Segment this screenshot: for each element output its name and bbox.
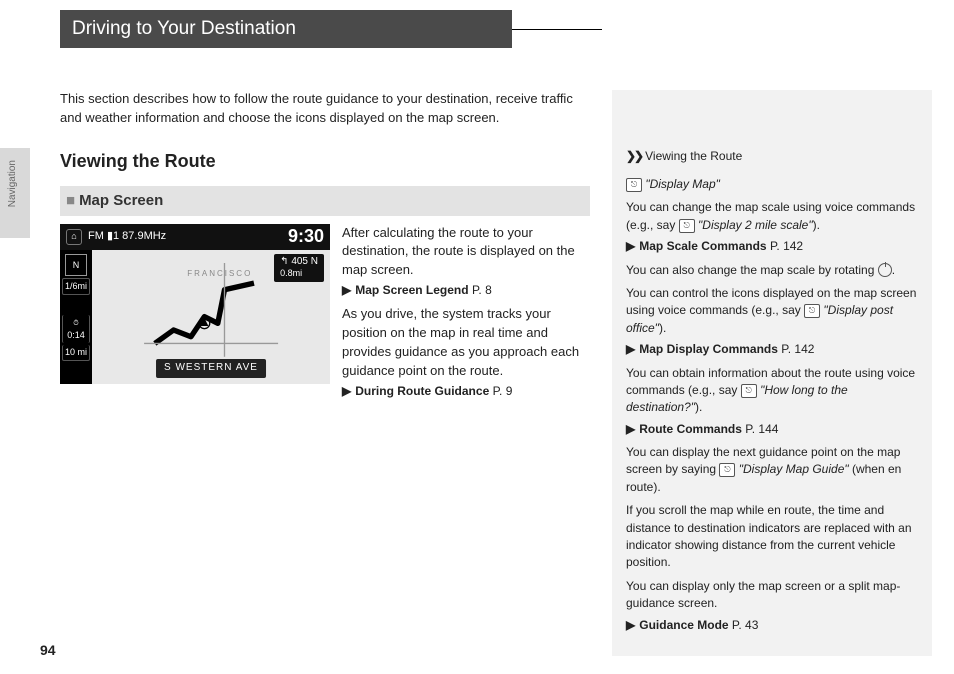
xref-label: Map Scale Commands	[639, 239, 766, 253]
voice-command-text: "Display Map"	[645, 177, 720, 191]
body-text: After calculating the route to your dest…	[342, 224, 590, 407]
eta-distance: 10 mi	[62, 345, 90, 361]
xref-map-scale-commands: ▶ Map Scale Commands P. 142	[626, 238, 922, 255]
link-icon: ▶	[342, 283, 351, 297]
sidebar-p7: You can display only the map screen or a…	[626, 578, 922, 613]
sidebar-body: ⎋ "Display Map" You can change the map s…	[626, 162, 922, 634]
xref-page: P. 8	[472, 283, 492, 297]
intro-paragraph: This section describes how to follow the…	[60, 90, 590, 128]
street-name: S WESTERN AVE	[156, 359, 266, 378]
link-icon: ▶	[626, 618, 635, 632]
sidebar-p6: If you scroll the map while en route, th…	[626, 502, 922, 572]
info-sidebar: ❯❯Viewing the Route ⎋ "Display Map" You …	[612, 90, 932, 656]
section-heading: Viewing the Route	[60, 148, 590, 174]
page-title-bar: Driving to Your Destination	[60, 10, 512, 48]
main-column: This section describes how to follow the…	[60, 90, 590, 406]
compass-icon: N	[65, 254, 87, 276]
eta-time: ⏱0:14	[62, 315, 90, 343]
talk-icon: ⎋	[719, 463, 735, 477]
maneuver-panel: ↰ 405 N 0.8mi	[274, 254, 324, 282]
xref-label: Guidance Mode	[639, 618, 728, 632]
link-icon: ▶	[626, 239, 635, 253]
sidebar-p3: You can control the icons displayed on t…	[626, 285, 922, 337]
subsection-label: Map Screen	[79, 192, 163, 209]
home-icon: ⌂	[66, 229, 82, 245]
city-label: FRANCISCO	[187, 268, 252, 280]
dial-icon	[878, 263, 892, 277]
sidebar-heading-text: Viewing the Route	[645, 149, 742, 163]
sidebar-p4: You can obtain information about the rou…	[626, 365, 922, 417]
xref-label: Map Display Commands	[639, 342, 778, 356]
sidebar-label: Navigation	[6, 160, 21, 207]
maneuver-distance: 0.8mi	[280, 268, 302, 278]
body-p1: After calculating the route to your dest…	[342, 224, 590, 281]
body-p2: As you drive, the system tracks your pos…	[342, 305, 590, 380]
link-icon: ▶	[626, 422, 635, 436]
clock: 9:30	[288, 224, 324, 250]
page-number: 94	[40, 640, 56, 660]
sidebar-p1: You can change the map scale using voice…	[626, 199, 922, 234]
xref-route-commands: ▶ Route Commands P. 144	[626, 421, 922, 438]
navigation-screenshot: ⌂ FM ▮1 87.9MHz 9:30 N 1/6mi ⏱0:14 10 mi	[60, 224, 330, 384]
sidebar-heading: ❯❯Viewing the Route	[626, 148, 742, 165]
talk-icon: ⎋	[679, 219, 695, 233]
xref-route-guidance: ▶ During Route Guidance P. 9	[342, 383, 590, 400]
sidebar-p2: You can also change the map scale by rot…	[626, 262, 922, 279]
xref-map-display-commands: ▶ Map Display Commands P. 142	[626, 341, 922, 358]
scale-pill: 1/6mi	[62, 278, 90, 295]
xref-guidance-mode: ▶ Guidance Mode P. 43	[626, 617, 922, 634]
nav-top-bar: ⌂ FM ▮1 87.9MHz 9:30	[60, 224, 330, 251]
page: Driving to Your Destination Navigation T…	[0, 0, 954, 674]
link-icon: ▶	[626, 342, 635, 356]
sidebar-p5: You can display the next guidance point …	[626, 444, 922, 496]
xref-page: P. 9	[493, 384, 513, 398]
chevrons-icon: ❯❯	[626, 149, 642, 163]
xref-map-legend: ▶ Map Screen Legend P. 8	[342, 282, 590, 299]
xref-page: P. 142	[770, 239, 803, 253]
xref-label: Map Screen Legend	[355, 283, 468, 297]
talk-icon: ⎋	[741, 384, 757, 398]
radio-status: FM ▮1 87.9MHz	[88, 229, 166, 245]
content-row: ⌂ FM ▮1 87.9MHz 9:30 N 1/6mi ⏱0:14 10 mi	[60, 224, 590, 407]
subsection-heading: ■Map Screen	[60, 186, 590, 216]
voice-command-display-map: ⎋ "Display Map"	[626, 176, 922, 193]
talk-icon: ⎋	[804, 304, 820, 318]
xref-page: P. 142	[781, 342, 814, 356]
nav-left-rail: N 1/6mi ⏱0:14 10 mi	[60, 250, 92, 384]
talk-icon: ⎋	[626, 178, 642, 192]
xref-label: During Route Guidance	[355, 384, 489, 398]
square-bullet-icon: ■	[66, 192, 75, 209]
maneuver-road: 405 N	[291, 256, 318, 267]
xref-page: P. 43	[732, 618, 758, 632]
page-title: Driving to Your Destination	[72, 15, 296, 43]
map-area: ↰ 405 N 0.8mi FRANCISCO S WESTERN AVE	[92, 250, 330, 384]
xref-label: Route Commands	[639, 422, 742, 436]
link-icon: ▶	[342, 384, 351, 398]
xref-page: P. 144	[745, 422, 778, 436]
